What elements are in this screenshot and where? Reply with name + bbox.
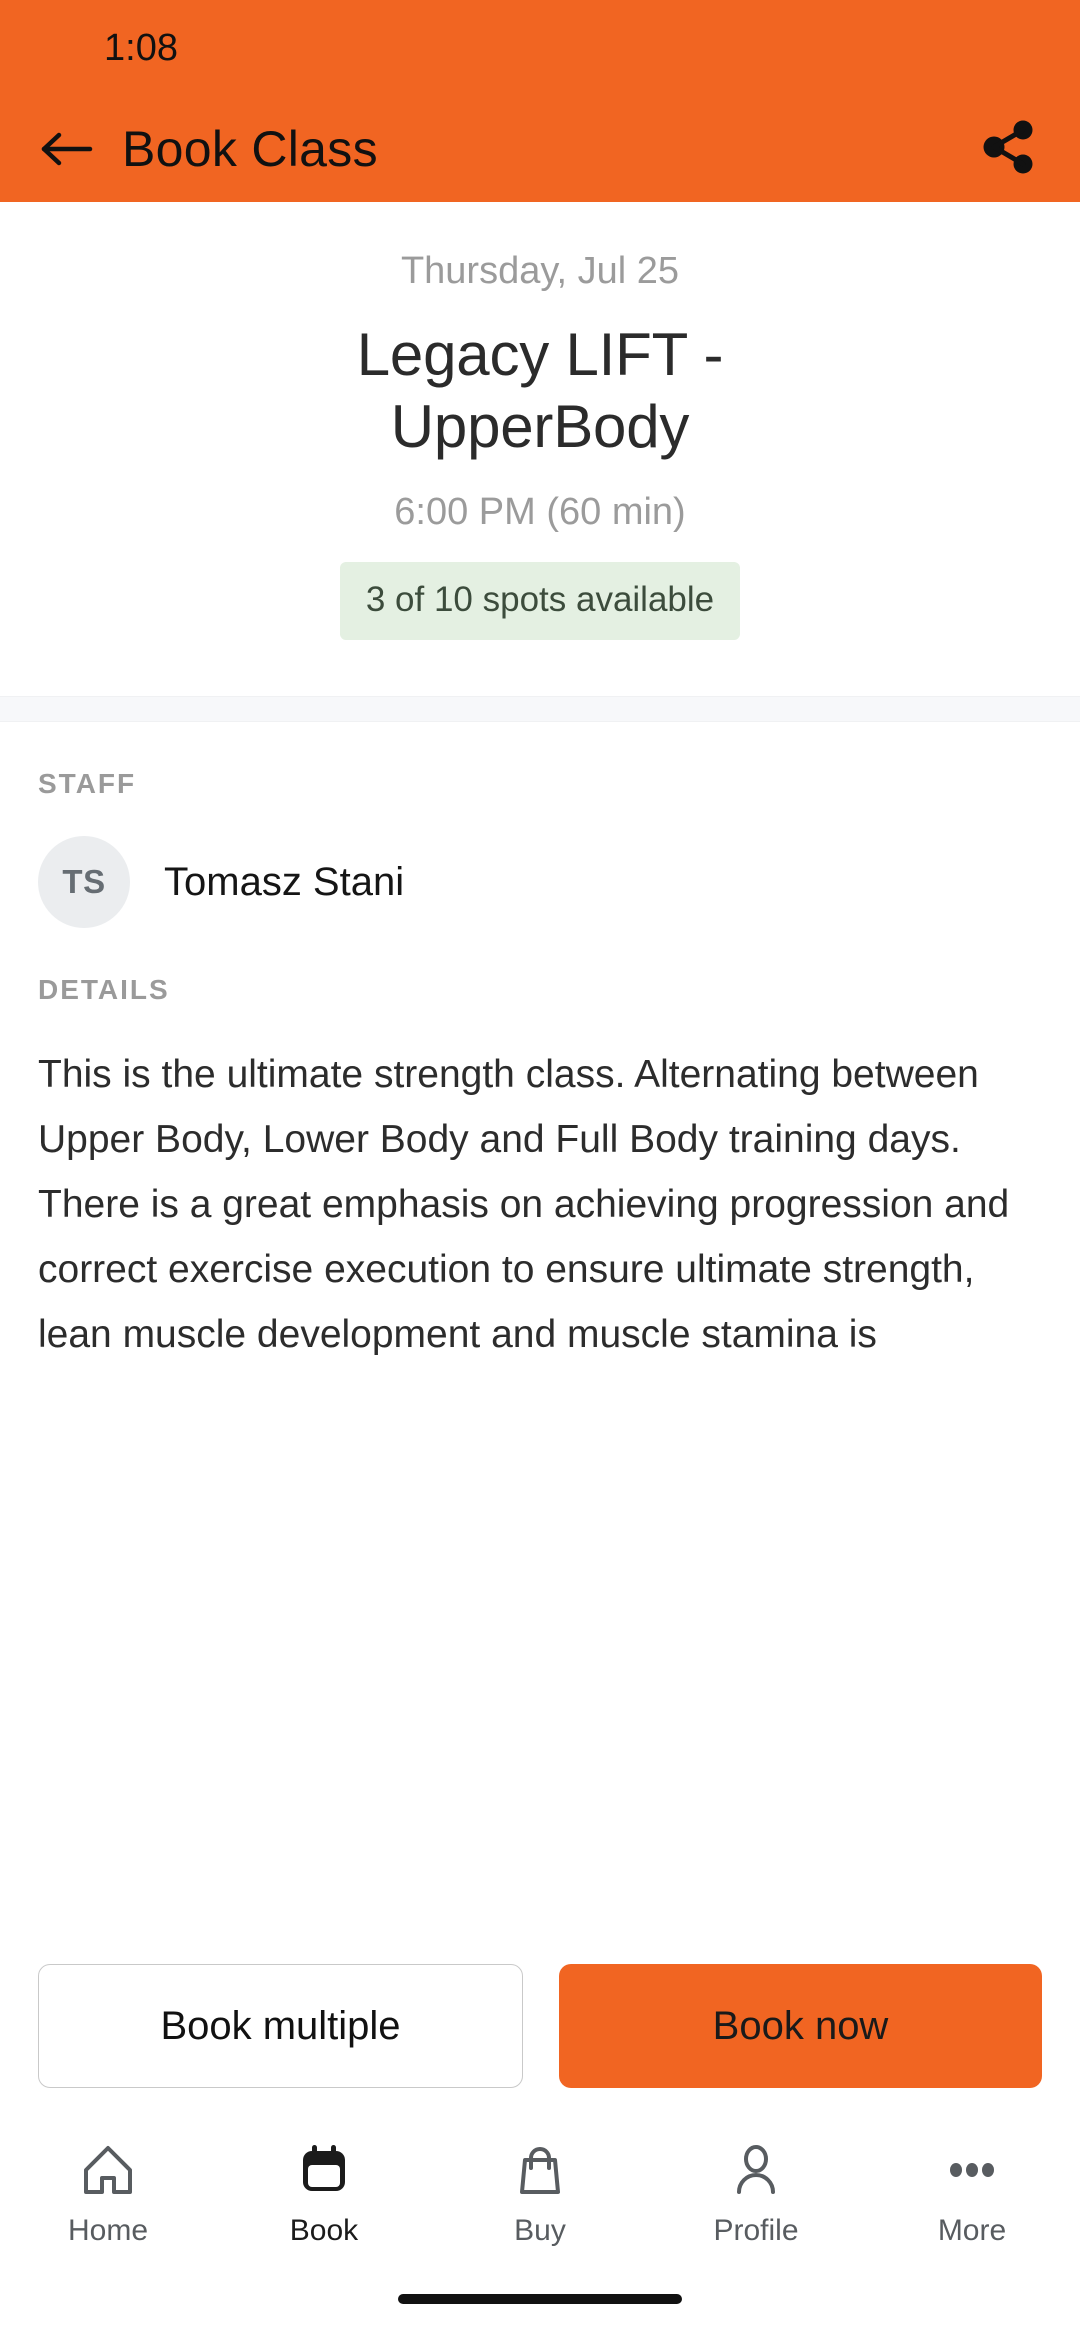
nav-item-book[interactable]: Book (216, 2138, 432, 2248)
action-bar: Book multiple Book now (0, 1928, 1080, 2118)
staff-section-label: STAFF (38, 768, 137, 799)
home-indicator[interactable] (398, 2294, 682, 2304)
home-icon (80, 2138, 136, 2202)
avatar-initials: TS (62, 863, 106, 900)
share-button[interactable] (974, 114, 1044, 184)
avatar: TS (38, 836, 130, 928)
spots-available-badge: 3 of 10 spots available (339, 562, 741, 640)
nav-label-profile: Profile (713, 2214, 799, 2247)
class-time-duration: 6:00 PM (60 min) (394, 491, 686, 533)
details-section-label: DETAILS (38, 974, 170, 1005)
back-button[interactable] (34, 116, 100, 182)
class-description: This is the ultimate strength class. Alt… (38, 1053, 1010, 1356)
staff-row[interactable]: TS Tomasz Stani (38, 836, 1042, 928)
class-name: Legacy LIFT - UpperBody (356, 321, 724, 460)
arrow-left-icon (40, 127, 94, 171)
nav-item-more[interactable]: More (864, 2138, 1080, 2248)
home-indicator-area (0, 2294, 1080, 2340)
book-multiple-button[interactable]: Book multiple (38, 1964, 523, 2088)
book-now-button[interactable]: Book now (559, 1964, 1042, 2088)
class-date: Thursday, Jul 25 (400, 250, 680, 292)
nav-label-more: More (937, 2214, 1007, 2247)
header-region: 1:08 Book Class (0, 0, 1080, 202)
nav-item-home[interactable]: Home (0, 2138, 216, 2248)
share-icon (978, 116, 1040, 183)
class-summary: Thursday, Jul 25 Legacy LIFT - UpperBody… (0, 202, 1080, 696)
nav-item-profile[interactable]: Profile (648, 2138, 864, 2248)
app-screen: 1:08 Book Class Thursday, Jul 25 Legacy … (0, 0, 1080, 2340)
app-bar: Book Class (0, 96, 1080, 202)
bottom-navigation: Home Book Buy Profile More (0, 2118, 1080, 2294)
nav-label-buy: Buy (514, 2214, 566, 2247)
ellipsis-icon (944, 2138, 1000, 2202)
nav-label-book: Book (289, 2214, 359, 2247)
staff-name: Tomasz Stani (164, 859, 405, 904)
person-icon (728, 2138, 784, 2202)
nav-label-home: Home (67, 2214, 149, 2247)
nav-item-buy[interactable]: Buy (432, 2138, 648, 2248)
page-title: Book Class (122, 121, 378, 177)
calendar-icon (296, 2138, 352, 2202)
status-bar: 1:08 (0, 0, 1080, 96)
bag-icon (512, 2138, 568, 2202)
section-divider (0, 696, 1080, 722)
class-details-content: STAFF TS Tomasz Stani DETAILS This is th… (0, 722, 1080, 1928)
status-bar-clock: 1:08 (104, 26, 178, 69)
